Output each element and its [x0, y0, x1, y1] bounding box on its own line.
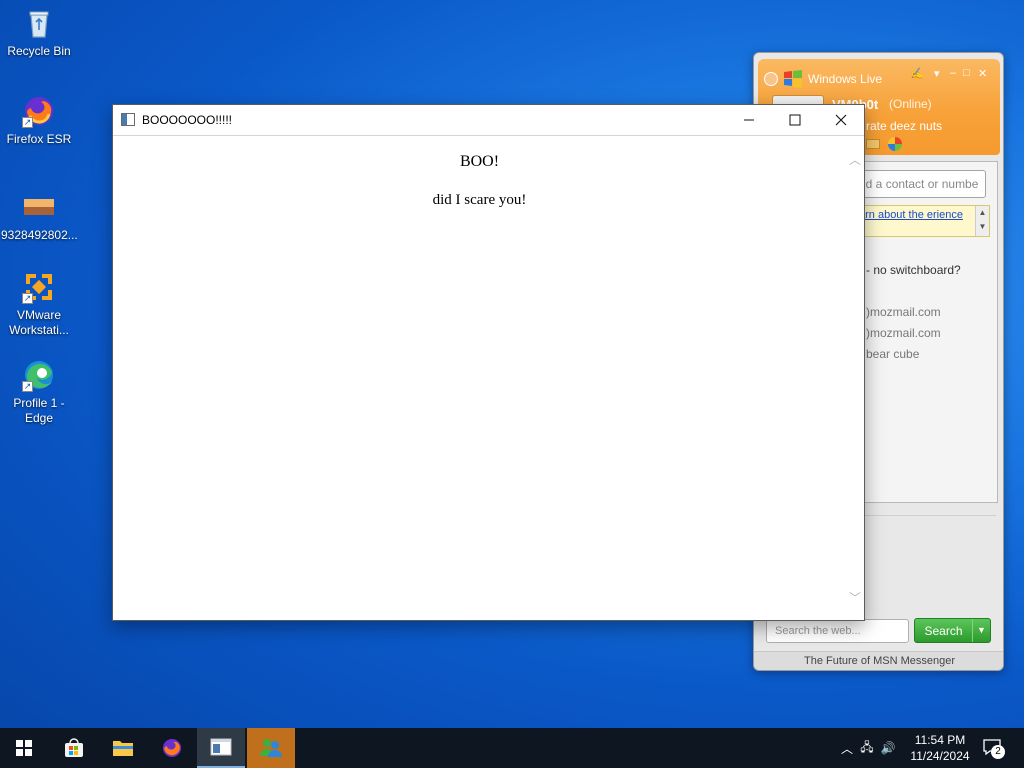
desktop-icon-label: Firefox ESR — [6, 132, 72, 146]
personal-message[interactable]: rate deez nuts — [866, 119, 942, 133]
maximize-icon — [789, 114, 801, 126]
chevron-up-icon[interactable]: ︿ — [838, 740, 856, 757]
messenger-buddy-icon — [260, 739, 282, 757]
desktop-icon-image-file[interactable]: 9328492802... — [0, 190, 78, 243]
minimize-icon[interactable]: – — [950, 67, 956, 79]
popup-window[interactable]: BOOOOOOO!!!!! BOO! did I scare you! ︿ ﹀ — [112, 104, 865, 621]
taskbar: ︿ 🖧 🔊 11:54 PM 11/24/2024 2 — [0, 728, 1024, 768]
back-icon[interactable] — [764, 72, 778, 86]
firefox-icon — [162, 738, 182, 758]
taskbar-messenger[interactable] — [247, 728, 295, 768]
clock-date: 11/24/2024 — [910, 749, 970, 763]
list-item[interactable]: - no switchboard? — [866, 263, 961, 277]
window-title: BOOOOOOO!!!!! — [142, 113, 233, 127]
search-button-label: Search — [924, 623, 963, 638]
web-search-button[interactable]: Search ▼ — [914, 618, 991, 643]
messenger-title: Windows Live — [764, 69, 882, 89]
title-bar[interactable]: BOOOOOOO!!!!! — [113, 105, 864, 136]
page-text: did I scare you! — [432, 192, 527, 208]
find-contact-input[interactable]: nd a contact or numbe — [850, 170, 986, 198]
taskbar-store[interactable] — [50, 728, 98, 768]
firefox-icon: ↗ — [22, 94, 56, 128]
folder-icon — [113, 741, 133, 756]
close-icon — [835, 114, 847, 126]
system-tray: ︿ 🖧 🔊 — [838, 728, 898, 768]
windows-logo-icon — [784, 70, 802, 88]
desktop-icon-edge[interactable]: ↗ Profile 1 - Edge — [0, 358, 78, 426]
desktop-icon-recycle-bin[interactable]: Recycle Bin — [0, 6, 78, 59]
mail-icon[interactable] — [866, 139, 880, 149]
vmware-icon: ↗ — [22, 270, 56, 304]
app-window-icon — [210, 738, 232, 756]
desktop-icon-label: VMware Workstati... — [9, 308, 69, 337]
store-icon — [65, 738, 83, 757]
maximize-button[interactable] — [772, 105, 818, 135]
start-button[interactable] — [0, 728, 48, 768]
volume-icon[interactable]: 🔊 — [878, 741, 898, 755]
desktop-icon-label: 9328492802... — [1, 228, 77, 242]
recycle-bin-icon — [22, 6, 56, 40]
chevron-down-icon[interactable]: ▼ — [972, 619, 990, 642]
close-icon[interactable]: ✕ — [978, 67, 987, 80]
clock-time: 11:54 PM — [914, 733, 966, 747]
app-window-icon — [121, 113, 135, 126]
web-search-input[interactable]: Search the web... — [766, 619, 909, 643]
minimize-icon — [744, 119, 754, 121]
menu-dropdown-icon[interactable]: ▾ — [934, 67, 940, 80]
msn-butterfly-icon[interactable] — [888, 137, 902, 151]
page-heading: BOO! — [459, 153, 500, 170]
clock[interactable]: 11:54 PM 11/24/2024 — [904, 732, 976, 764]
info-banner-link[interactable]: arn about the erience ▲ ▼ — [850, 205, 990, 237]
scroll-up-icon[interactable]: ︿ — [849, 151, 861, 168]
paint-icon[interactable]: ✍ — [910, 67, 924, 80]
taskbar-file-explorer[interactable] — [99, 728, 147, 768]
minimize-button[interactable] — [726, 105, 772, 135]
status-label[interactable]: (Online) — [889, 97, 932, 111]
network-icon[interactable]: 🖧 — [856, 738, 878, 759]
shortcut-arrow-icon: ↗ — [22, 381, 33, 392]
notification-center-button[interactable]: 2 — [982, 738, 1008, 760]
desktop-icon-label: Profile 1 - Edge — [13, 396, 65, 425]
list-item[interactable]: bear cube — [866, 347, 919, 361]
maximize-icon[interactable]: □ — [963, 67, 970, 79]
scroll-down-icon[interactable]: ﹀ — [849, 589, 861, 606]
windows-start-icon — [16, 740, 32, 756]
banner-scrollbar[interactable]: ▲ ▼ — [975, 206, 989, 236]
taskbar-firefox[interactable] — [148, 728, 196, 768]
edge-icon: ↗ — [22, 358, 56, 392]
list-item[interactable]: )mozmail.com — [866, 326, 941, 340]
desktop-icon-firefox[interactable]: ↗ Firefox ESR — [0, 94, 78, 147]
page-content: BOO! did I scare you! ︿ ﹀ — [113, 137, 864, 620]
desktop-icon-label: Recycle Bin — [7, 44, 71, 58]
banner-text[interactable]: arn about the erience — [859, 209, 963, 221]
taskbar-popup-window[interactable] — [197, 728, 245, 768]
messenger-footer[interactable]: The Future of MSN Messenger — [754, 651, 1003, 670]
desktop-icon-vmware[interactable]: ↗ VMware Workstati... — [0, 270, 78, 338]
messenger-brand: Windows Live — [808, 72, 883, 86]
list-item[interactable]: )mozmail.com — [866, 305, 941, 319]
close-button[interactable] — [818, 105, 864, 135]
notification-badge: 2 — [991, 745, 1005, 759]
image-file-icon — [22, 190, 56, 224]
shortcut-arrow-icon: ↗ — [22, 117, 33, 128]
shortcut-arrow-icon: ↗ — [22, 293, 33, 304]
